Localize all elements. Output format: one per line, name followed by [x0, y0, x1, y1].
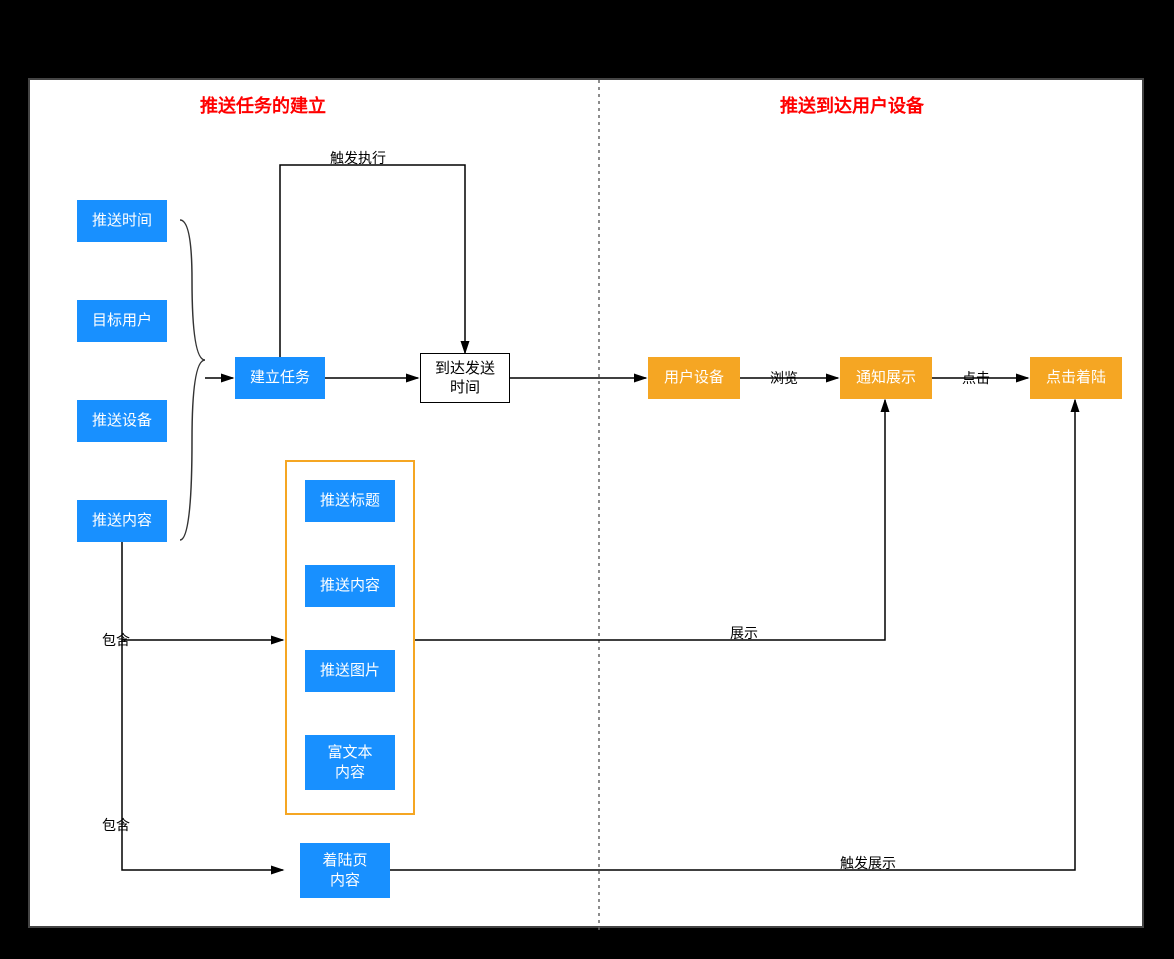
node-push-device: 推送设备	[77, 400, 167, 442]
diagram-frame: 推送任务的建立 推送到达用户设备	[28, 78, 1144, 928]
label-display: 展示	[730, 623, 758, 643]
section-header-left: 推送任务的建立	[200, 92, 326, 118]
node-push-image: 推送图片	[305, 650, 395, 692]
label-click: 点击	[962, 368, 990, 388]
label-contain-1: 包含	[102, 630, 130, 650]
label-trigger-display: 触发展示	[840, 853, 896, 873]
node-notification-display: 通知展示	[840, 357, 932, 399]
connectors-svg	[30, 80, 1146, 930]
label-browse: 浏览	[770, 368, 798, 388]
section-header-right: 推送到达用户设备	[780, 92, 924, 118]
node-push-time: 推送时间	[77, 200, 167, 242]
node-click-landing: 点击着陆	[1030, 357, 1122, 399]
node-user-device: 用户设备	[648, 357, 740, 399]
label-trigger-exec: 触发执行	[330, 148, 386, 168]
node-push-title: 推送标题	[305, 480, 395, 522]
node-landing-page: 着陆页 内容	[300, 843, 390, 898]
label-contain-2: 包含	[102, 815, 130, 835]
node-create-task: 建立任务	[235, 357, 325, 399]
node-push-content-2: 推送内容	[305, 565, 395, 607]
node-rich-text: 富文本 内容	[305, 735, 395, 790]
node-arrive-send-time: 到达发送 时间	[420, 353, 510, 403]
node-target-user: 目标用户	[77, 300, 167, 342]
node-push-content: 推送内容	[77, 500, 167, 542]
